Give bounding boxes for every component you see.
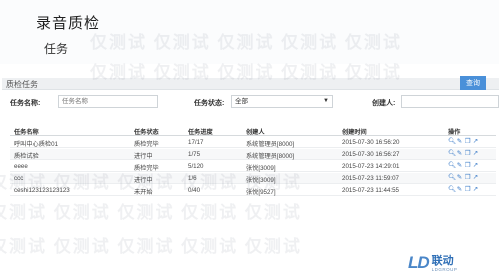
cell-task-progress: 0/40 — [188, 187, 201, 194]
task-status-label: 任务状态: — [194, 100, 225, 107]
cell-task-name: 质检试验 — [14, 153, 39, 160]
table-row[interactable]: eeee 质检完毕 5/120 张悦[3009] 2015-07-23 14:29:01… — [10, 161, 496, 172]
cell-created-time: 2015-07-30 16:56:27 — [342, 151, 400, 158]
page-subtitle: 任务 — [44, 42, 69, 56]
edit-icon[interactable]: ✎ — [456, 186, 463, 193]
logo-subname: LDGROUP — [431, 266, 458, 272]
col-task-name: 任务名称 — [14, 129, 39, 136]
cell-creator: 张悦[3009] — [246, 177, 276, 184]
creator-label: 创建人: — [372, 100, 396, 107]
cell-task-status: 质检完毕 — [134, 165, 159, 172]
cell-task-progress: 1/75 — [188, 151, 201, 158]
cell-created-time: 2015-07-23 11:59:07 — [342, 175, 399, 182]
panel-title: 质检任务 — [6, 80, 38, 89]
cell-task-progress: 1/6 — [188, 175, 197, 182]
search-icon[interactable]: 🔍︎ — [448, 162, 456, 169]
row-actions: 🔍︎ ✎ ❐ ↗ — [448, 186, 479, 193]
logo-name: 联动 — [431, 254, 454, 267]
col-creator: 创建人 — [246, 129, 265, 136]
task-panel: 质检任务 查询 任务名称: 任务状态: 全部 ▼ 创建人: 任务名称 任务状态 … — [2, 76, 499, 218]
page-header: 录音质检 任务 — [0, 0, 499, 64]
panel-header: 质检任务 — [2, 78, 499, 90]
cell-task-name: ccc — [14, 175, 24, 182]
cell-task-status: 进行中 — [134, 177, 153, 184]
col-created-time: 创建时间 — [342, 129, 367, 136]
col-actions: 操作 — [448, 129, 461, 136]
table-row[interactable]: 呼叫中心质检01 质检完毕 17/17 系统管理员[8000] 2015-07-30 1… — [10, 137, 496, 148]
logo-mark: LD — [408, 253, 430, 272]
share-icon[interactable]: ↗ — [472, 150, 479, 157]
share-icon[interactable]: ↗ — [472, 186, 479, 193]
copy-icon[interactable]: ❐ — [464, 186, 471, 193]
row-actions: 🔍︎ ✎ ❐ ↗ — [448, 174, 479, 181]
cell-created-time: 2015-07-30 16:56:20 — [342, 139, 400, 146]
search-icon[interactable]: 🔍︎ — [448, 174, 456, 181]
task-name-label: 任务名称: — [10, 100, 41, 107]
copy-icon[interactable]: ❐ — [464, 150, 471, 157]
edit-icon[interactable]: ✎ — [456, 174, 463, 181]
copy-icon[interactable]: ❐ — [464, 138, 471, 145]
share-icon[interactable]: ↗ — [472, 138, 479, 145]
cell-creator: 系统管理员[8000] — [246, 141, 295, 148]
share-icon[interactable]: ↗ — [472, 174, 479, 181]
cell-task-status: 质检完毕 — [134, 141, 159, 148]
table-header: 任务名称 任务状态 任务进度 创建人 创建时间 操作 — [10, 126, 496, 136]
search-icon[interactable]: 🔍︎ — [448, 138, 456, 145]
brand-logo: LD 联动 LDGROUP — [408, 252, 488, 274]
cell-creator: 张悦[9527] — [246, 189, 276, 196]
cell-task-progress: 17/17 — [188, 139, 204, 146]
copy-icon[interactable]: ❐ — [464, 162, 471, 169]
cell-creator: 张悦[3009] — [246, 165, 276, 172]
cell-task-name: eeee — [14, 163, 28, 170]
table-row[interactable]: ccc 进行中 1/6 张悦[3009] 2015-07-23 11:59:07 🔍︎ ✎ ❐… — [10, 173, 496, 184]
col-task-status: 任务状态 — [134, 129, 159, 136]
search-icon[interactable]: 🔍︎ — [448, 186, 456, 193]
share-icon[interactable]: ↗ — [472, 162, 479, 169]
edit-icon[interactable]: ✎ — [456, 162, 463, 169]
cell-creator: 系统管理员[8000] — [246, 153, 295, 160]
creator-input[interactable] — [401, 95, 499, 108]
table-row[interactable]: ceshi123123123123 未开始 0/40 张悦[9527] 2015-07-… — [10, 185, 496, 196]
edit-icon[interactable]: ✎ — [456, 138, 463, 145]
cell-task-status: 进行中 — [134, 153, 153, 160]
search-icon[interactable]: 🔍︎ — [448, 150, 456, 157]
task-status-select[interactable]: 全部 ▼ — [231, 95, 333, 108]
cell-task-status: 未开始 — [134, 189, 153, 196]
cell-created-time: 2015-07-23 11:44:55 — [342, 187, 399, 194]
row-actions: 🔍︎ ✎ ❐ ↗ — [448, 150, 479, 157]
table-row[interactable]: 质检试验 进行中 1/75 系统管理员[8000] 2015-07-30 16:56:2… — [10, 149, 496, 160]
col-task-progress: 任务进度 — [188, 129, 213, 136]
query-button[interactable]: 查询 — [460, 76, 486, 90]
row-actions: 🔍︎ ✎ ❐ ↗ — [448, 138, 479, 145]
cell-task-name: 呼叫中心质检01 — [14, 141, 59, 148]
task-status-value: 全部 — [235, 98, 248, 105]
row-actions: 🔍︎ ✎ ❐ ↗ — [448, 162, 479, 169]
copy-icon[interactable]: ❐ — [464, 174, 471, 181]
cell-created-time: 2015-07-23 14:29:01 — [342, 163, 400, 170]
page-title: 录音质检 — [36, 15, 101, 32]
task-name-input[interactable] — [58, 95, 158, 108]
filter-row: 任务名称: 任务状态: 全部 ▼ 创建人: — [2, 94, 499, 110]
chevron-down-icon: ▼ — [323, 98, 329, 104]
cell-task-progress: 5/120 — [188, 163, 204, 170]
cell-task-name: ceshi123123123123 — [14, 187, 70, 194]
edit-icon[interactable]: ✎ — [456, 150, 463, 157]
